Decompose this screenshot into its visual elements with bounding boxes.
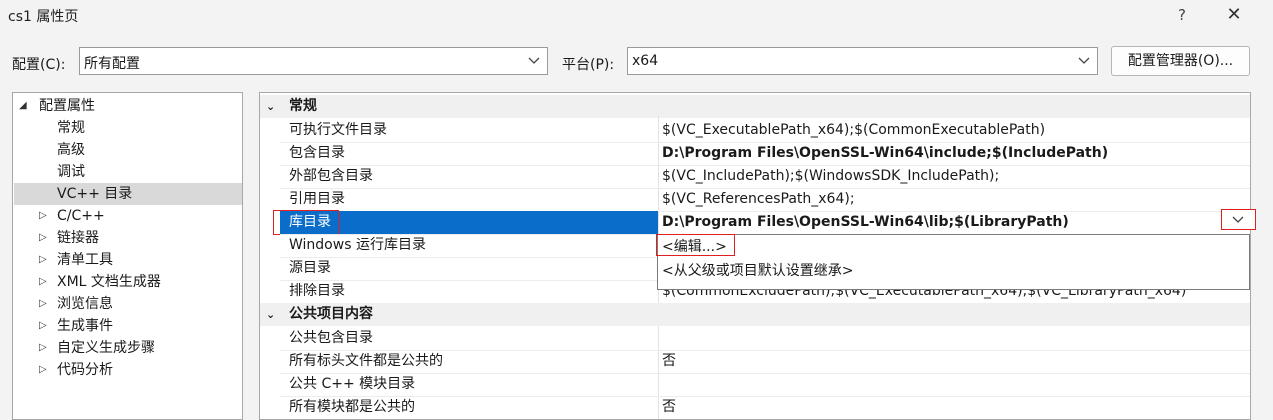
category-label: 常规 (289, 98, 317, 114)
config-label: 配置(C): (12, 57, 66, 73)
property-row[interactable]: 公共 C++ 模块目录 (260, 373, 1250, 396)
tree-node-label: C/C++ (57, 208, 105, 224)
collapsed-triangle-icon: ▷ (39, 342, 47, 353)
platform-combo[interactable]: x64 (627, 47, 1098, 75)
tree-node-label: 配置属性 (39, 98, 95, 114)
collapsed-triangle-icon: ▷ (39, 320, 47, 331)
property-row[interactable]: 外部包含目录 $(VC_IncludePath);$(WindowsSDK_In… (260, 165, 1250, 188)
collapsed-triangle-icon: ▷ (39, 254, 47, 265)
property-value: 否 (662, 353, 676, 369)
property-name: 包含目录 (289, 145, 345, 161)
chevron-down-icon (1232, 216, 1244, 223)
platform-label: 平台(P): (562, 57, 615, 73)
tree-node-advanced[interactable]: 高级 (57, 139, 85, 161)
property-value: D:\Program Files\OpenSSL-Win64\include;$… (662, 145, 1109, 161)
category-general[interactable]: ⌄ 常规 (260, 95, 1250, 118)
property-row[interactable]: 包含目录 D:\Program Files\OpenSSL-Win64\incl… (260, 142, 1250, 165)
close-button[interactable]: ✕ (1222, 3, 1246, 27)
property-value: $(VC_ReferencesPath_x64); (662, 191, 855, 207)
category-label: 公共项目内容 (289, 306, 373, 322)
window-scrollbar[interactable] (1262, 30, 1273, 420)
tree-node-vc-directories[interactable]: VC++ 目录 (14, 183, 242, 205)
tree-node-label: 代码分析 (57, 362, 113, 378)
property-row[interactable]: 可执行文件目录 $(VC_ExecutablePath_x64);$(Commo… (260, 119, 1250, 142)
property-name: 所有标头文件都是公共的 (289, 353, 443, 369)
property-row[interactable]: 所有标头文件都是公共的 否 (260, 350, 1250, 373)
value-dropdown-list: <编辑...> <从父级或项目默认设置继承> (657, 234, 1250, 290)
collapse-icon: ⌄ (266, 308, 276, 321)
property-row[interactable]: 引用目录 $(VC_ReferencesPath_x64); (260, 188, 1250, 211)
property-name: 公共包含目录 (289, 330, 373, 346)
platform-value: x64 (632, 53, 659, 69)
tree-node-label: 自定义生成步骤 (57, 340, 155, 356)
tree-node-label: VC++ 目录 (57, 186, 133, 202)
tree-node-config-properties[interactable]: ◢ 配置属性 (15, 95, 242, 117)
property-name: 可执行文件目录 (289, 122, 387, 138)
property-row[interactable]: 公共包含目录 (260, 327, 1250, 350)
expanded-triangle-icon: ◢ (19, 100, 27, 111)
property-row[interactable]: 所有模块都是公共的 否 (260, 396, 1250, 419)
highlight-box (273, 210, 339, 235)
property-name: 公共 C++ 模块目录 (289, 376, 416, 392)
tree-node-label: 清单工具 (57, 252, 113, 268)
collapsed-triangle-icon: ▷ (39, 210, 47, 221)
collapsed-triangle-icon: ▷ (39, 298, 47, 309)
collapsed-triangle-icon: ▷ (39, 364, 47, 375)
property-name: 所有模块都是公共的 (289, 399, 415, 415)
title-bar (0, 0, 1273, 30)
window-title: cs1 属性页 (8, 9, 79, 25)
config-manager-button[interactable]: 配置管理器(O)... (1111, 46, 1250, 76)
chevron-down-icon (1078, 57, 1090, 64)
config-value: 所有配置 (84, 56, 140, 72)
property-value: $(VC_ExecutablePath_x64);$(CommonExecuta… (662, 122, 1046, 138)
value-dropdown-button[interactable] (1221, 209, 1256, 230)
property-name: Windows 运行库目录 (289, 237, 426, 253)
tree-node-debugging[interactable]: 调试 (57, 161, 85, 183)
help-button[interactable]: ? (1170, 3, 1194, 27)
property-value: $(VC_IncludePath);$(WindowsSDK_IncludePa… (662, 168, 1000, 184)
category-public-content[interactable]: ⌄ 公共项目内容 (260, 303, 1250, 326)
tree-node-label: XML 文档生成器 (57, 274, 161, 290)
collapsed-triangle-icon: ▷ (39, 232, 47, 243)
property-tree: ◢ 配置属性 常规 高级 调试 VC++ 目录 ▷ C/C++ ▷ 链接器 ▷ 清单工… (12, 92, 243, 420)
collapse-icon: ⌄ (266, 100, 276, 113)
property-name: 源目录 (289, 260, 331, 276)
highlight-box (656, 234, 735, 256)
property-name: 外部包含目录 (289, 168, 373, 184)
property-name: 排除目录 (289, 283, 345, 299)
chevron-down-icon (528, 57, 540, 64)
property-name: 引用目录 (289, 191, 345, 207)
config-combo[interactable]: 所有配置 (79, 47, 548, 75)
property-row-library-dirs[interactable]: 库目录 D:\Program Files\OpenSSL-Win64\lib;$… (260, 211, 1250, 234)
tree-node-label: 生成事件 (57, 318, 113, 334)
tree-node-general[interactable]: 常规 (57, 117, 85, 139)
property-value: 否 (662, 399, 676, 415)
tree-node-label: 浏览信息 (57, 296, 113, 312)
collapsed-triangle-icon: ▷ (39, 276, 47, 287)
tree-node-label: 链接器 (57, 230, 99, 246)
property-value[interactable]: D:\Program Files\OpenSSL-Win64\lib;$(Lib… (662, 211, 1069, 234)
dropdown-item-inherit[interactable]: <从父级或项目默认设置继承> (662, 260, 853, 282)
